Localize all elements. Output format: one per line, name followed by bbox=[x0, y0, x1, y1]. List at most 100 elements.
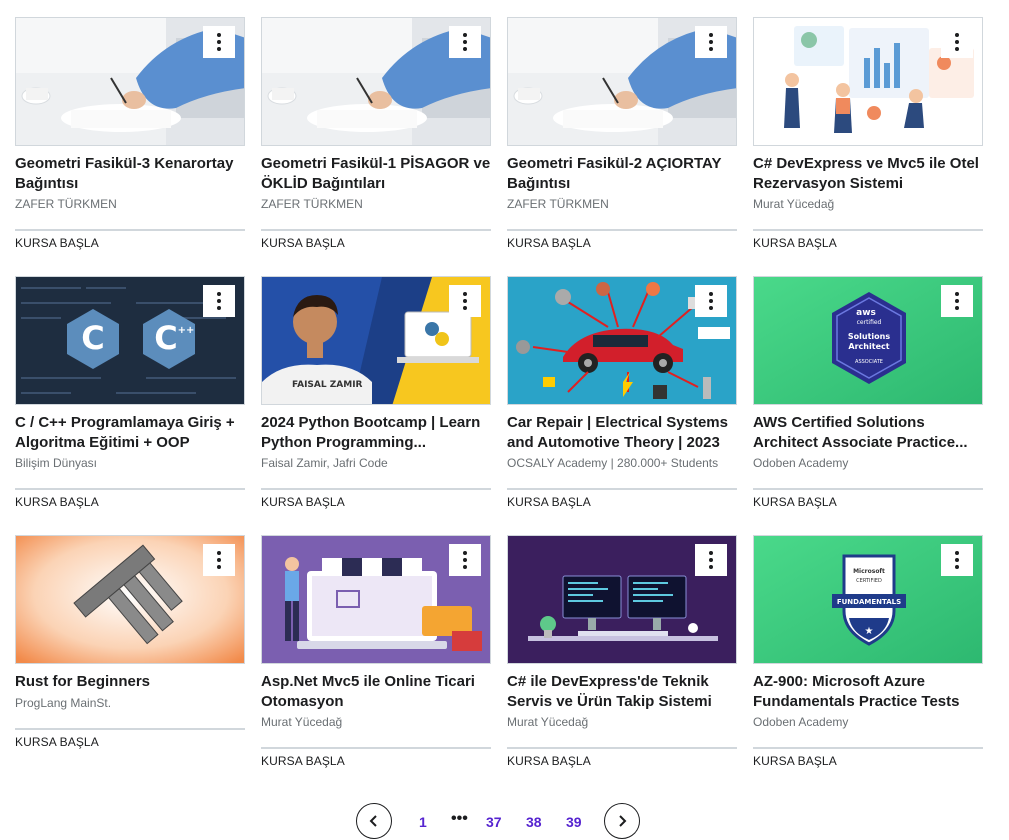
course-card[interactable]: Car Repair | Electrical Systems and Auto… bbox=[507, 276, 737, 526]
course-card[interactable]: aws certified Solutions Architect ASSOCI… bbox=[753, 276, 983, 526]
course-author: ZAFER TÜRKMEN bbox=[507, 197, 609, 211]
pagination-ellipsis: ••• bbox=[451, 810, 468, 827]
divider bbox=[15, 728, 245, 730]
thumb-text-aws-logo: aws bbox=[856, 308, 876, 318]
course-options-button[interactable] bbox=[203, 544, 235, 576]
course-thumbnail[interactable] bbox=[261, 535, 491, 664]
svg-text:++: ++ bbox=[178, 325, 195, 336]
page-link[interactable]: 1 bbox=[419, 814, 427, 830]
page-link[interactable]: 38 bbox=[526, 814, 542, 830]
pagination: 1 ••• 37 38 39 bbox=[0, 800, 1009, 840]
course-title[interactable]: Geometri Fasikül-1 PİSAGOR ve ÖKLİD Bağı… bbox=[261, 154, 493, 194]
course-title[interactable]: C# DevExpress ve Mvc5 ile Otel Rezervasy… bbox=[753, 154, 985, 194]
course-options-button[interactable] bbox=[941, 544, 973, 576]
course-thumbnail[interactable]: C C ++ bbox=[15, 276, 245, 405]
chevron-left-icon bbox=[369, 815, 377, 827]
course-card[interactable]: Rust for Beginners ProgLang MainSt. KURS… bbox=[15, 535, 245, 765]
course-card[interactable]: C# DevExpress ve Mvc5 ile Otel Rezervasy… bbox=[753, 17, 983, 267]
svg-text:C: C bbox=[154, 319, 177, 357]
start-course-button[interactable]: KURSA BAŞLA bbox=[261, 495, 345, 509]
course-title[interactable]: C# ile DevExpress'de Teknik Servis ve Ür… bbox=[507, 672, 739, 712]
course-options-button[interactable] bbox=[941, 26, 973, 58]
course-options-button[interactable] bbox=[203, 285, 235, 317]
chevron-right-icon bbox=[619, 815, 627, 827]
more-vertical-icon bbox=[217, 32, 221, 53]
course-title[interactable]: Geometri Fasikül-2 AÇIORTAY Bağıntısı bbox=[507, 154, 739, 194]
more-vertical-icon bbox=[709, 550, 713, 571]
course-thumbnail[interactable]: ★ Microsoft CERTIFIED FUNDAMENTALS bbox=[753, 535, 983, 664]
course-thumbnail[interactable] bbox=[15, 535, 245, 664]
divider bbox=[261, 747, 491, 749]
next-page-button[interactable] bbox=[604, 803, 640, 839]
course-thumbnail[interactable]: aws certified Solutions Architect ASSOCI… bbox=[753, 276, 983, 405]
start-course-button[interactable]: KURSA BAŞLA bbox=[507, 495, 591, 509]
course-options-button[interactable] bbox=[449, 285, 481, 317]
course-title[interactable]: 2024 Python Bootcamp | Learn Python Prog… bbox=[261, 413, 493, 453]
course-card[interactable]: FAISAL ZAMIR 2024 Python Bootcamp | Lear… bbox=[261, 276, 491, 526]
page-link[interactable]: 37 bbox=[486, 814, 502, 830]
previous-page-button[interactable] bbox=[356, 803, 392, 839]
course-options-button[interactable] bbox=[449, 26, 481, 58]
start-course-button[interactable]: KURSA BAŞLA bbox=[15, 236, 99, 250]
divider bbox=[507, 488, 737, 490]
course-title[interactable]: C / C++ Programlamaya Giriş + Algoritma … bbox=[15, 413, 247, 453]
page-link[interactable]: 39 bbox=[566, 814, 582, 830]
start-course-button[interactable]: KURSA BAŞLA bbox=[15, 735, 99, 749]
course-card[interactable]: C# ile DevExpress'de Teknik Servis ve Ür… bbox=[507, 535, 737, 785]
course-options-button[interactable] bbox=[449, 544, 481, 576]
course-options-button[interactable] bbox=[941, 285, 973, 317]
thumb-text-aws-certified: certified bbox=[857, 319, 882, 326]
course-title[interactable]: Geometri Fasikül-3 Kenarortay Bağıntısı bbox=[15, 154, 247, 194]
course-thumbnail[interactable] bbox=[507, 276, 737, 405]
thumb-text-ms-l1: Microsoft bbox=[853, 568, 885, 575]
course-thumbnail[interactable] bbox=[15, 17, 245, 146]
course-thumbnail[interactable]: FAISAL ZAMIR bbox=[261, 276, 491, 405]
thumb-text-aws-l1: Solutions bbox=[848, 332, 890, 341]
course-card[interactable]: ★ Microsoft CERTIFIED FUNDAMENTALS AZ-90… bbox=[753, 535, 983, 785]
start-course-button[interactable]: KURSA BAŞLA bbox=[753, 236, 837, 250]
course-author: Murat Yücedağ bbox=[507, 715, 589, 729]
svg-text:C: C bbox=[81, 319, 104, 357]
course-thumbnail[interactable] bbox=[261, 17, 491, 146]
course-card[interactable]: Geometri Fasikül-3 Kenarortay Bağıntısı … bbox=[15, 17, 245, 267]
divider bbox=[753, 747, 983, 749]
divider bbox=[753, 229, 983, 231]
course-title[interactable]: Asp.Net Mvc5 ile Online Ticari Otomasyon bbox=[261, 672, 493, 712]
course-options-button[interactable] bbox=[695, 26, 727, 58]
course-card[interactable]: Geometri Fasikül-1 PİSAGOR ve ÖKLİD Bağı… bbox=[261, 17, 491, 267]
more-vertical-icon bbox=[463, 291, 467, 312]
course-thumbnail[interactable] bbox=[507, 535, 737, 664]
course-thumbnail[interactable] bbox=[753, 17, 983, 146]
divider bbox=[261, 488, 491, 490]
course-options-button[interactable] bbox=[203, 26, 235, 58]
start-course-button[interactable]: KURSA BAŞLA bbox=[261, 236, 345, 250]
course-author: Murat Yücedağ bbox=[753, 197, 835, 211]
thumb-text-aws-l2: Architect bbox=[848, 342, 889, 351]
start-course-button[interactable]: KURSA BAŞLA bbox=[15, 495, 99, 509]
course-card[interactable]: C C ++ C / C++ Programlamaya Giriş + Alg… bbox=[15, 276, 245, 526]
thumb-text-aws-l3: ASSOCIATE bbox=[855, 359, 883, 365]
more-vertical-icon bbox=[955, 550, 959, 571]
course-author: ZAFER TÜRKMEN bbox=[15, 197, 117, 211]
course-title[interactable]: Car Repair | Electrical Systems and Auto… bbox=[507, 413, 739, 453]
start-course-button[interactable]: KURSA BAŞLA bbox=[507, 236, 591, 250]
course-author: Faisal Zamir, Jafri Code bbox=[261, 456, 388, 470]
course-thumbnail[interactable] bbox=[507, 17, 737, 146]
start-course-button[interactable]: KURSA BAŞLA bbox=[261, 754, 345, 768]
course-card[interactable]: Geometri Fasikül-2 AÇIORTAY Bağıntısı ZA… bbox=[507, 17, 737, 267]
start-course-button[interactable]: KURSA BAŞLA bbox=[753, 495, 837, 509]
start-course-button[interactable]: KURSA BAŞLA bbox=[507, 754, 591, 768]
course-card[interactable]: Asp.Net Mvc5 ile Online Ticari Otomasyon… bbox=[261, 535, 491, 785]
course-title[interactable]: Rust for Beginners bbox=[15, 672, 247, 692]
more-vertical-icon bbox=[463, 550, 467, 571]
course-title[interactable]: AWS Certified Solutions Architect Associ… bbox=[753, 413, 985, 453]
divider bbox=[15, 229, 245, 231]
more-vertical-icon bbox=[709, 32, 713, 53]
course-title[interactable]: AZ-900: Microsoft Azure Fundamentals Pra… bbox=[753, 672, 985, 712]
divider bbox=[507, 747, 737, 749]
course-options-button[interactable] bbox=[695, 544, 727, 576]
course-options-button[interactable] bbox=[695, 285, 727, 317]
start-course-button[interactable]: KURSA BAŞLA bbox=[753, 754, 837, 768]
course-author: Odoben Academy bbox=[753, 715, 849, 729]
more-vertical-icon bbox=[217, 291, 221, 312]
